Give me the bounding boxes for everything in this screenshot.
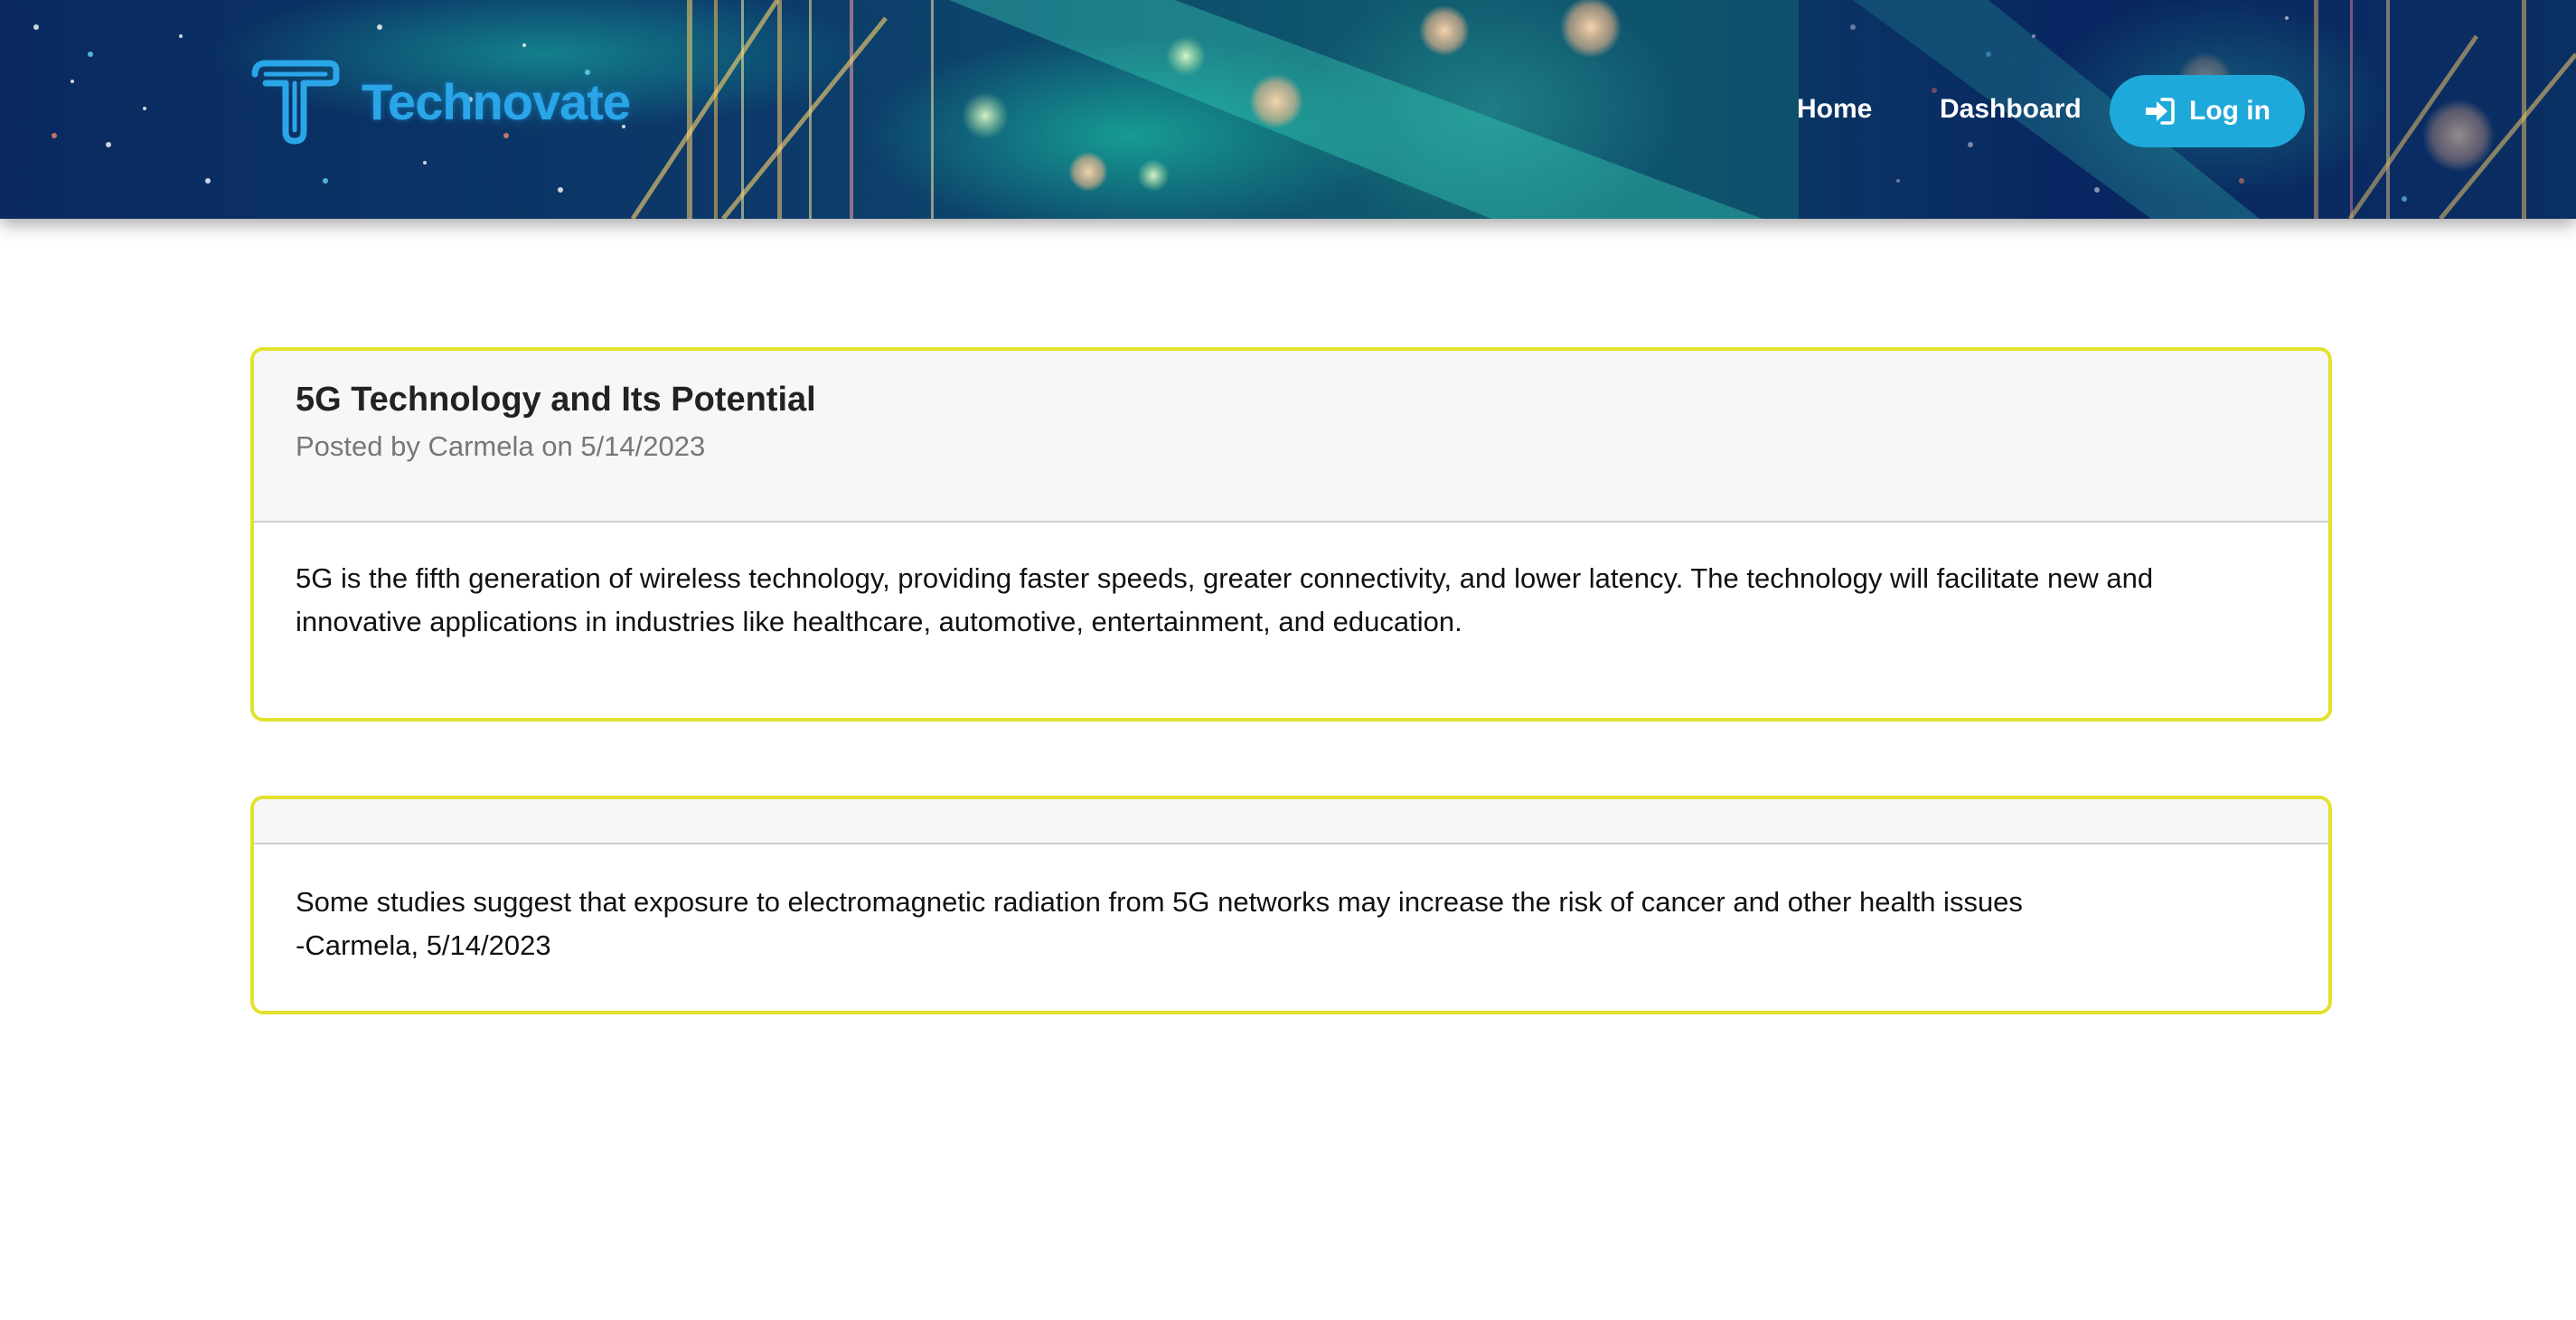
comment-body: Some studies suggest that exposure to el… (254, 844, 2328, 967)
post-header: 5G Technology and Its Potential Posted b… (254, 351, 2328, 523)
post-title: 5G Technology and Its Potential (296, 381, 816, 419)
comment-header (254, 799, 2328, 844)
login-button[interactable]: Log in (2110, 75, 2305, 147)
nav-home-link[interactable]: Home (1797, 94, 1872, 125)
site-header: Technovate Home Dashboard Log in (0, 0, 2576, 219)
brand-name: Technovate (362, 72, 631, 130)
technovate-logo-icon (251, 60, 340, 145)
brand-logo[interactable]: Technovate (249, 56, 631, 146)
post-body: 5G is the fifth generation of wireless t… (296, 562, 2154, 637)
comment-card: Some studies suggest that exposure to el… (250, 796, 2332, 1014)
login-button-label: Log in (2189, 96, 2270, 126)
sign-in-arrow-icon (2146, 98, 2175, 125)
post-meta: Posted by Carmela on 5/14/2023 (296, 430, 706, 462)
nav-dashboard-link[interactable]: Dashboard (1940, 94, 2082, 125)
comment-text: Some studies suggest that exposure to el… (296, 886, 2023, 918)
post-card: 5G Technology and Its Potential Posted b… (250, 347, 2332, 721)
comment-signature: -Carmela, 5/14/2023 (296, 929, 551, 961)
